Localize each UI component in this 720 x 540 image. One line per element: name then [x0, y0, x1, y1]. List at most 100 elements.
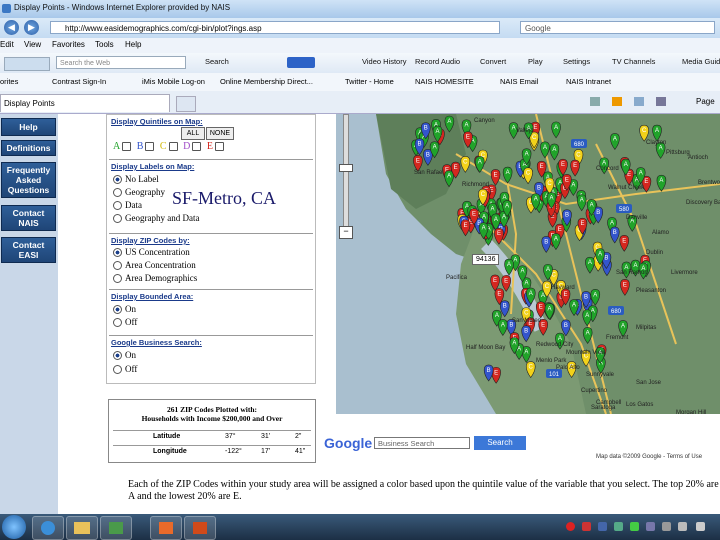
- label-option-none[interactable]: No Label: [113, 174, 159, 185]
- fav-nais-email[interactable]: NAIS Email: [500, 77, 538, 86]
- bounded-option-on[interactable]: On: [113, 304, 136, 315]
- taskbar-explorer-icon[interactable]: [66, 516, 98, 540]
- zip-option-us[interactable]: US Concentration: [113, 247, 190, 258]
- print-icon[interactable]: [656, 97, 666, 106]
- fav-online-membership[interactable]: Online Membership Direct...: [220, 77, 313, 86]
- place-label: Palo Alto: [556, 365, 580, 371]
- zoom-slider-handle[interactable]: [339, 164, 353, 172]
- back-button[interactable]: ◀: [4, 20, 19, 35]
- zip-option-demographics[interactable]: Area Demographics: [113, 273, 197, 284]
- checkbox-b[interactable]: [145, 142, 155, 152]
- forward-button[interactable]: ▶: [24, 20, 39, 35]
- map-canvas[interactable]: AEEBEAACCEAAAAAABAAEEBAACCEAECECEBAEAAEA…: [336, 114, 720, 414]
- mail-icon[interactable]: [634, 97, 644, 106]
- taskbar-media-icon[interactable]: [100, 516, 132, 540]
- zoom-out-button[interactable]: −: [339, 226, 353, 239]
- radio-area-concentration[interactable]: [113, 261, 122, 271]
- favorites-button[interactable]: orites: [0, 77, 18, 86]
- tray-flag-icon[interactable]: [678, 522, 687, 531]
- tray-power-icon[interactable]: [662, 522, 671, 531]
- toolbar-play[interactable]: Play: [528, 57, 543, 66]
- checkbox-c[interactable]: [168, 142, 178, 152]
- place-label: Pittsburg: [666, 150, 690, 156]
- zoom-slider-track[interactable]: [343, 114, 349, 234]
- taskbar-ie-icon[interactable]: [32, 516, 64, 540]
- checkbox-e[interactable]: [214, 142, 224, 152]
- browser-search-field[interactable]: Google: [520, 21, 715, 34]
- radio-us-concentration[interactable]: [113, 248, 122, 258]
- map-copyright[interactable]: Map data ©2009 Google - Terms of Use: [596, 454, 702, 460]
- home-icon[interactable]: [590, 97, 600, 106]
- url-field[interactable]: http://www.easidemographics.com/cgi-bin/…: [50, 21, 500, 34]
- svg-text:A: A: [447, 119, 451, 125]
- nav-definitions[interactable]: Definitions: [1, 140, 56, 156]
- menu-view[interactable]: View: [24, 40, 41, 49]
- menu-edit[interactable]: Edit: [0, 40, 14, 49]
- radio-no-label[interactable]: [113, 175, 122, 185]
- quintiles-none-button[interactable]: NONE: [206, 127, 234, 140]
- toolbar-media-guide[interactable]: Media Guide: [682, 57, 720, 66]
- radio-bounded-on[interactable]: [113, 305, 122, 315]
- toolbar-tv-channels[interactable]: TV Channels: [612, 57, 655, 66]
- fav-contrast-sign-in[interactable]: Contrast Sign-In: [52, 77, 106, 86]
- nav-help[interactable]: Help: [1, 118, 56, 136]
- zip-option-area[interactable]: Area Concentration: [113, 260, 196, 271]
- fav-nais-homesite[interactable]: NAIS HOMESITE: [415, 77, 474, 86]
- tray-app-icon[interactable]: [598, 522, 607, 531]
- taskbar-app-icon[interactable]: [150, 516, 182, 540]
- tray-volume-icon[interactable]: [646, 522, 655, 531]
- menu-favorites[interactable]: Favorites: [52, 40, 85, 49]
- tray-security-icon[interactable]: [630, 522, 639, 531]
- business-option-off[interactable]: Off: [113, 364, 137, 375]
- toolbar-settings[interactable]: Settings: [563, 57, 590, 66]
- business-search-button[interactable]: Search: [474, 436, 526, 450]
- bounded-option-off[interactable]: Off: [113, 317, 137, 328]
- business-search-input[interactable]: Business Search: [374, 437, 470, 449]
- label-option-geography[interactable]: Geography: [113, 187, 165, 198]
- radio-bounded-off[interactable]: [113, 318, 122, 328]
- toolbar-record-audio[interactable]: Record Audio: [415, 57, 460, 66]
- tray-record-icon[interactable]: [582, 522, 591, 531]
- svg-text:E: E: [466, 135, 470, 141]
- radio-area-demographics[interactable]: [113, 274, 122, 284]
- page-menu[interactable]: Page: [696, 97, 715, 106]
- svg-text:A: A: [554, 125, 558, 131]
- bounded-area-section: Display Bounded Area: On Off: [109, 289, 313, 334]
- nav-contact-nais[interactable]: Contact NAIS: [1, 205, 56, 231]
- tray-stop-icon[interactable]: [566, 522, 575, 531]
- fav-twitter-home[interactable]: Twitter - Home: [345, 77, 394, 86]
- new-tab-button[interactable]: [176, 96, 196, 112]
- label-option-geo-data[interactable]: Geography and Data: [113, 213, 199, 224]
- start-button[interactable]: [2, 515, 26, 539]
- feeds-icon[interactable]: [612, 97, 622, 106]
- svg-text:A: A: [524, 281, 528, 287]
- radio-geography[interactable]: [113, 188, 122, 198]
- tab-display-points[interactable]: Display Points: [0, 94, 170, 112]
- radio-business-off[interactable]: [113, 365, 122, 375]
- toolbar-search-input[interactable]: Search the Web: [56, 56, 186, 69]
- radio-data[interactable]: [113, 201, 122, 211]
- fav-imis-mobile[interactable]: iMis Mobile Log-on: [142, 77, 205, 86]
- toolbar-convert[interactable]: Convert: [480, 57, 506, 66]
- taskbar-powerpoint-icon[interactable]: [184, 516, 216, 540]
- place-label: Pleasanton: [636, 288, 666, 294]
- map-view[interactable]: AEEBEAACCEAAAAAABAAEEBAACCEAECECEBAEAAEA…: [336, 114, 720, 414]
- business-option-on[interactable]: On: [113, 350, 136, 361]
- checkbox-d[interactable]: [192, 142, 202, 152]
- tray-network-icon[interactable]: [614, 522, 623, 531]
- place-label: Canyon: [474, 118, 495, 124]
- nav-faq[interactable]: Frequently Asked Questions: [1, 162, 56, 198]
- radio-business-on[interactable]: [113, 351, 122, 361]
- menu-tools[interactable]: Tools: [95, 40, 114, 49]
- checkbox-a[interactable]: [122, 142, 132, 152]
- toolbar-search-button[interactable]: Search: [205, 57, 229, 66]
- toolbar-video-history[interactable]: Video History: [362, 57, 406, 66]
- tray-clock-icon[interactable]: [696, 522, 705, 531]
- fav-nais-intranet[interactable]: NAIS Intranet: [566, 77, 611, 86]
- label-option-data[interactable]: Data: [113, 200, 142, 211]
- menu-help[interactable]: Help: [125, 40, 141, 49]
- quintiles-all-button[interactable]: ALL: [181, 127, 205, 140]
- radio-geo-data[interactable]: [113, 214, 122, 224]
- nav-contact-easi[interactable]: Contact EASI: [1, 237, 56, 263]
- stats-row: Longitude -122° 17' 41": [113, 445, 311, 455]
